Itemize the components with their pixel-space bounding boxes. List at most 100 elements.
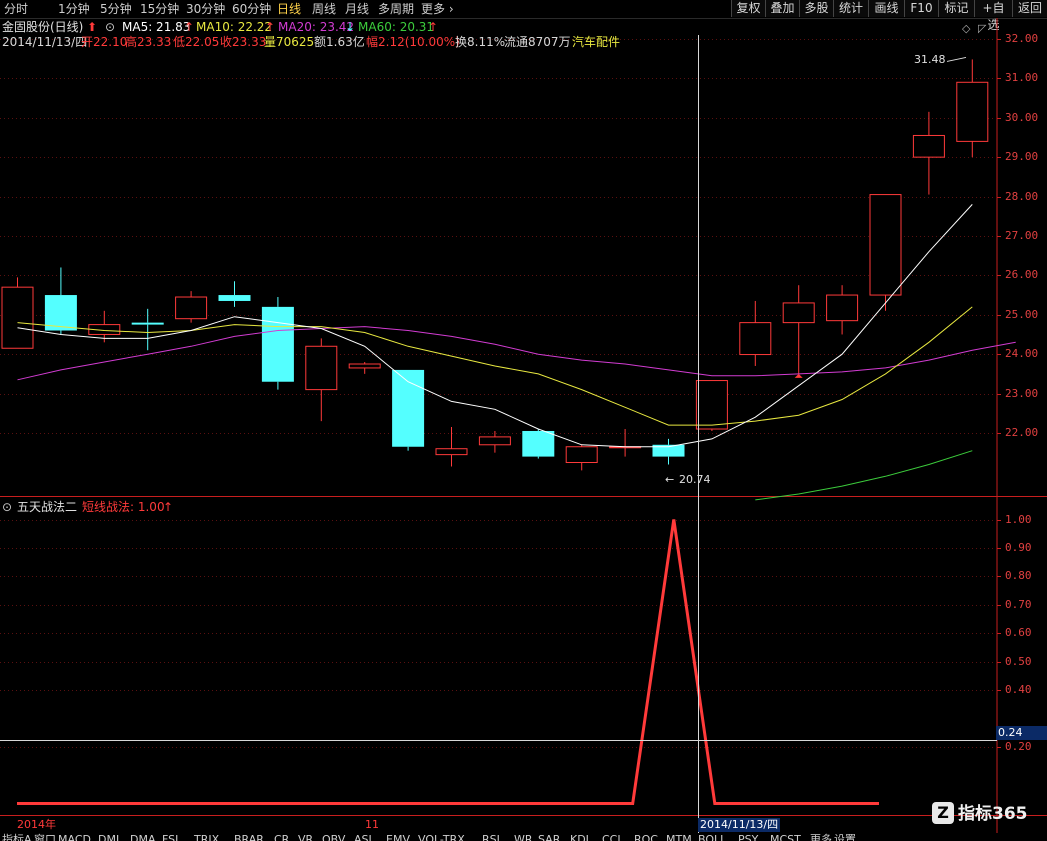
indicator-tab[interactable]: ASI — [354, 833, 372, 841]
ma5-line — [17, 204, 973, 448]
y-tick: 32.00 — [1005, 31, 1039, 45]
indicator-tab[interactable]: EMV — [386, 833, 410, 841]
indicator-tab[interactable]: CR — [274, 833, 289, 841]
candle-body — [478, 436, 511, 446]
candle-body — [739, 322, 772, 356]
y-tick: 31.00 — [1005, 71, 1039, 85]
candle — [826, 285, 859, 335]
indicator-tab[interactable]: BRAR — [234, 833, 264, 841]
indicator-tab[interactable]: DMI — [98, 833, 119, 841]
indicator-up-arrow-icon: ↑ — [163, 500, 174, 514]
y-tick: 24.00 — [1005, 347, 1039, 361]
indicator-tab[interactable]: TRIX — [194, 833, 219, 841]
indicator-tab[interactable]: FSL — [162, 833, 181, 841]
indicator-tab[interactable]: DMA — [130, 833, 156, 841]
indicator-tab[interactable]: ROC — [634, 833, 658, 841]
ma10-up-arrow-icon: ↑ — [265, 20, 276, 34]
candle — [695, 380, 728, 431]
candle — [912, 111, 945, 195]
candle — [565, 444, 598, 471]
candle-body — [826, 294, 859, 322]
indicator-tab[interactable]: MTM — [666, 833, 692, 841]
y-tick: 26.00 — [1005, 268, 1039, 282]
y-tick: 30.00 — [1005, 110, 1039, 124]
candle — [869, 194, 902, 311]
y-tick: 28.00 — [1005, 189, 1039, 203]
candle-body — [218, 295, 251, 301]
candle — [348, 362, 381, 374]
candle — [739, 300, 772, 366]
settings-circle-icon[interactable]: ⊙ — [105, 20, 115, 34]
indicator-tab[interactable]: 指标A — [2, 833, 32, 841]
ind-y-tick: 0.60 — [1005, 626, 1032, 640]
candle — [478, 430, 511, 453]
quote-float: 流通8707万 — [504, 35, 571, 49]
indicator-tab[interactable]: VR — [298, 833, 313, 841]
ind-y-tick: 0.40 — [1005, 682, 1032, 696]
ind-y-tick: 0.70 — [1005, 597, 1032, 611]
indicator-tab[interactable]: VOL-TRX — [418, 833, 465, 841]
indicator-settings-icon[interactable]: ⊙ — [2, 500, 12, 514]
indicator-tab[interactable]: SAR — [538, 833, 560, 841]
candle-body — [1, 286, 34, 349]
candle — [1, 277, 34, 349]
stock-title: 金固股份(日线) — [2, 20, 84, 34]
quote-turnover: 换8.11% — [455, 35, 506, 49]
indicator-tab[interactable]: PSY — [738, 833, 758, 841]
ma60-up-arrow-icon: ↑ — [428, 20, 439, 34]
candle — [305, 338, 338, 422]
candle — [44, 267, 77, 335]
ma60-label: MA60: 20.31 — [358, 20, 435, 34]
candle-body — [695, 380, 728, 430]
logo-text: 指标365 — [958, 804, 1028, 824]
indicator-tab[interactable]: 窗口 — [34, 833, 56, 841]
indicator-tabs: 指标A 窗口 MACD DMI DMA FSL TRIX BRAR CR VR OBV ASI EMV V… — [0, 833, 1047, 841]
candle-body — [348, 363, 381, 369]
candle — [218, 281, 251, 307]
y-tick: 27.00 — [1005, 228, 1039, 242]
quote-change: 幅2.12(10.00%) — [366, 35, 460, 49]
y-tick: 23.00 — [1005, 386, 1039, 400]
quote-volume: 量70625 — [264, 35, 315, 49]
low-mark-label: 20.74 — [679, 473, 711, 486]
high-mark-arrow-icon — [946, 56, 967, 62]
high-mark-label: 31.48 — [914, 53, 946, 66]
indicator-tab[interactable]: BOLL — [698, 833, 726, 841]
indicator-name[interactable]: 五天战法二 — [17, 500, 77, 514]
ma5-label: MA5: 21.83 — [122, 20, 191, 34]
kline-chart-canvas[interactable] — [0, 0, 1047, 841]
indicator-tab[interactable]: RSI — [482, 833, 500, 841]
candle-body — [522, 430, 555, 457]
quote-date: 2014/11/13/四 — [2, 35, 88, 49]
candle-body — [131, 322, 164, 325]
quote-high: 高23.33 — [125, 35, 172, 49]
diamond-icon[interactable]: ◇ — [962, 22, 970, 36]
indicator-tab[interactable]: MACD — [58, 833, 91, 841]
indicator-tab[interactable]: WR — [514, 833, 533, 841]
month-label: 11 — [365, 818, 379, 831]
indicator-tab[interactable]: KDJ — [570, 833, 589, 841]
candle — [609, 429, 642, 457]
quote-amount: 额1.63亿 — [314, 35, 365, 49]
indicator-tab[interactable]: CCI — [602, 833, 621, 841]
candle-body — [869, 194, 902, 296]
ind-y-tick: 0.90 — [1005, 540, 1032, 554]
y-tick: 22.00 — [1005, 425, 1039, 439]
indicator-tab[interactable]: 设置 — [834, 833, 856, 841]
indicator-tab[interactable]: OBV — [322, 833, 345, 841]
ind-y-tick: 0.50 — [1005, 654, 1032, 668]
candle-body — [305, 345, 338, 391]
indicator-tab[interactable]: MCST — [770, 833, 801, 841]
y-tick: 25.00 — [1005, 307, 1039, 321]
candle — [261, 297, 294, 390]
candle-body — [565, 446, 598, 464]
candle-body — [175, 296, 208, 320]
quote-sector: 汽车配件 — [572, 35, 621, 49]
candle — [652, 438, 685, 465]
indicator-tab[interactable]: 更多 — [810, 833, 832, 841]
indicator-line-label: 短线战法: 1.00 — [82, 500, 165, 514]
candle-body — [435, 448, 468, 456]
expand-icon[interactable]: ◸ — [978, 22, 986, 36]
candle — [435, 427, 468, 467]
up-arrow-icon: ⬆ — [87, 20, 98, 34]
